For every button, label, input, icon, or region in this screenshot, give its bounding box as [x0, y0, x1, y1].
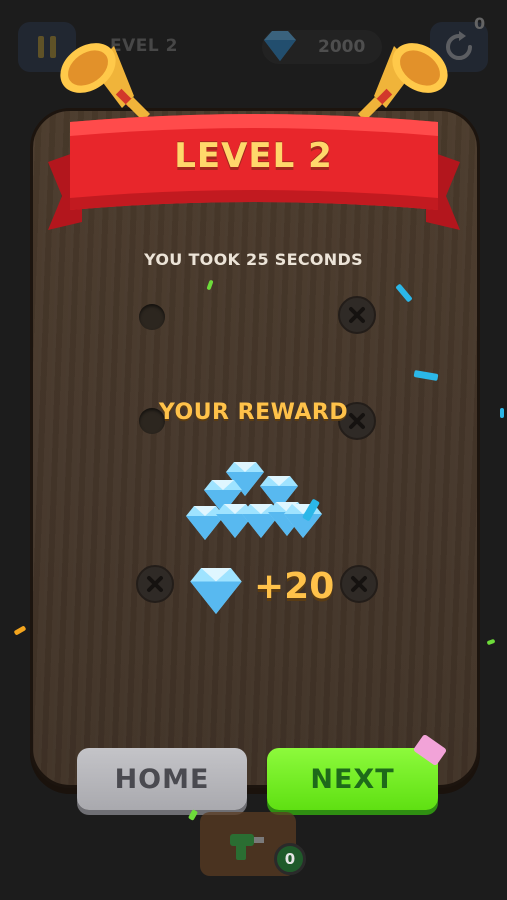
booster-count: 0	[274, 843, 306, 875]
screw-icon	[136, 565, 174, 603]
reward-amount: +20	[254, 566, 335, 607]
diamond-icon	[190, 568, 242, 614]
screw-icon	[338, 296, 376, 334]
drill-icon	[230, 834, 264, 860]
screw-hole	[139, 304, 165, 330]
level-title: LEVEL 2	[174, 136, 333, 176]
confetti-piece	[500, 408, 504, 418]
reward-title: YOUR REWARD	[158, 400, 349, 425]
next-button-label: NEXT	[310, 763, 395, 795]
time-taken-text: YOU TOOK 25 SECONDS	[144, 250, 363, 269]
diamond-pile-icon	[186, 462, 322, 540]
home-button[interactable]: HOME	[77, 748, 247, 810]
home-button-label: HOME	[114, 763, 210, 795]
screw-icon	[340, 565, 378, 603]
next-button[interactable]: NEXT	[267, 733, 448, 810]
